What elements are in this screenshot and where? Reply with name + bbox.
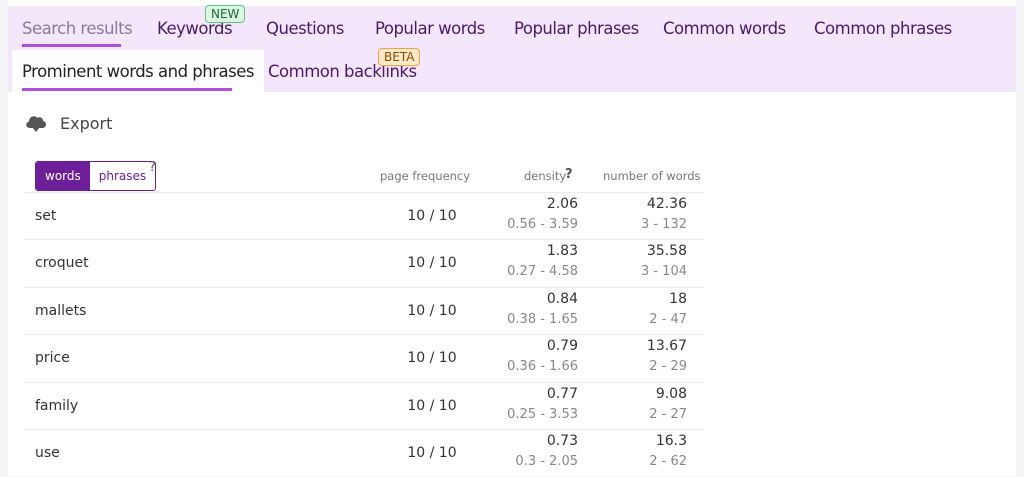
- row-density: 2.06: [546, 196, 578, 212]
- row-word-count: 35.58: [646, 243, 687, 259]
- row-density: 0.77: [546, 386, 578, 402]
- table-row: use 10 / 10 0.73 0.3 - 2.05 16.3 2 - 62: [24, 429, 704, 477]
- row-word-count: 42.36: [646, 196, 687, 212]
- row-density: 0.84: [546, 291, 578, 307]
- row-density: 0.73: [546, 433, 578, 449]
- table-row: price 10 / 10 0.79 0.36 - 1.66 13.67 2 -…: [24, 334, 704, 382]
- tab-popular-phrases[interactable]: Popular phrases: [514, 19, 639, 38]
- row-density: 1.83: [546, 243, 578, 259]
- row-word: use: [35, 445, 60, 461]
- row-frequency: 10 / 10: [407, 398, 457, 414]
- tab-common-words[interactable]: Common words: [663, 19, 786, 38]
- row-density-range: 0.36 - 1.66: [507, 359, 578, 374]
- table-row: croquet 10 / 10 1.83 0.27 - 4.58 35.58 3…: [24, 239, 704, 287]
- table-row: mallets 10 / 10 0.84 0.38 - 1.65 18 2 - …: [24, 287, 704, 335]
- row-word: price: [35, 350, 70, 366]
- row-word-count-range: 2 - 47: [649, 312, 687, 327]
- row-density: 0.79: [546, 338, 578, 354]
- row-word-count-range: 2 - 27: [649, 407, 687, 422]
- row-density-range: 0.38 - 1.65: [507, 312, 578, 327]
- row-frequency: 10 / 10: [407, 208, 457, 224]
- row-word-count-range: 2 - 29: [649, 359, 687, 374]
- row-word-count: 16.3: [655, 433, 687, 449]
- export-label: Export: [60, 113, 113, 133]
- row-word: set: [35, 208, 57, 224]
- tab-common-phrases[interactable]: Common phrases: [814, 19, 952, 38]
- row-word-count-range: 3 - 104: [640, 264, 687, 279]
- row-density-range: 0.56 - 3.59: [507, 217, 578, 232]
- toggle-help-icon[interactable]: ?: [149, 160, 156, 175]
- export-button[interactable]: Export: [24, 112, 112, 134]
- row-word-count: 9.08: [655, 386, 687, 402]
- row-word: croquet: [35, 255, 89, 271]
- row-word: family: [35, 398, 79, 414]
- table-row: family 10 / 10 0.77 0.25 - 3.53 9.08 2 -…: [24, 382, 704, 430]
- cloud-download-icon: [26, 116, 46, 132]
- row-frequency: 10 / 10: [407, 445, 457, 461]
- tab-prominent-words-underline: [22, 88, 232, 91]
- tab-search-results[interactable]: Search results: [22, 19, 133, 38]
- words-phrases-toggle: words phrases: [35, 161, 157, 191]
- new-badge: NEW: [205, 5, 246, 23]
- row-word-count-range: 3 - 132: [640, 217, 687, 232]
- tab-prominent-words-label: Prominent words and phrases: [22, 62, 254, 81]
- row-word-count-range: 2 - 62: [649, 454, 687, 469]
- col-page-frequency: page frequency: [380, 169, 471, 183]
- table-row: set 10 / 10 2.06 0.56 - 3.59 42.36 3 - 1…: [24, 192, 704, 240]
- col-density: density: [524, 169, 567, 183]
- row-density-range: 0.3 - 2.05: [515, 454, 578, 469]
- row-word-count: 18: [669, 291, 687, 307]
- col-number-of-words: number of words: [603, 169, 701, 183]
- row-density-range: 0.25 - 3.53: [507, 407, 578, 422]
- density-help-icon[interactable]: ?: [565, 167, 573, 182]
- toggle-words[interactable]: words: [36, 162, 90, 190]
- tab-prominent-words[interactable]: Prominent words and phrases: [12, 50, 264, 92]
- beta-badge: BETA: [378, 48, 421, 66]
- tab-questions[interactable]: Questions: [266, 19, 344, 38]
- row-word: mallets: [35, 303, 87, 319]
- toggle-phrases[interactable]: phrases: [89, 162, 156, 190]
- tab-popular-words[interactable]: Popular words: [375, 19, 485, 38]
- row-density-range: 0.27 - 4.58: [507, 264, 578, 279]
- row-frequency: 10 / 10: [407, 255, 457, 271]
- row-word-count: 13.67: [646, 338, 687, 354]
- row-frequency: 10 / 10: [407, 303, 457, 319]
- tab-search-results-underline: [22, 44, 121, 47]
- row-frequency: 10 / 10: [407, 350, 457, 366]
